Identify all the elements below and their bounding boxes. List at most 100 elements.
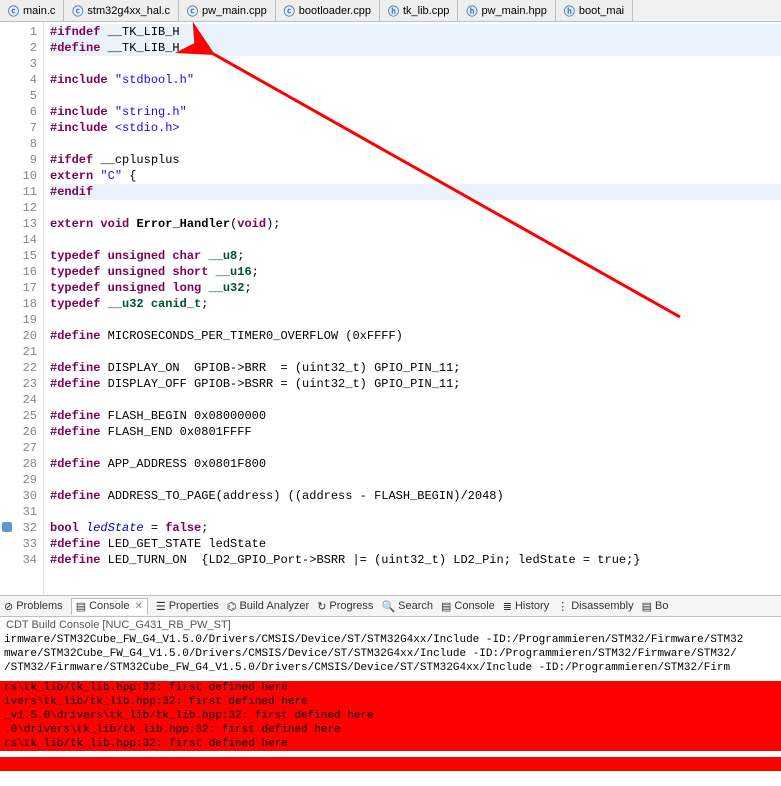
line-number: 5 [0,88,37,104]
panel-tab[interactable]: ↻Progress [317,600,373,613]
panel-tab[interactable]: ⊘Problems [4,600,63,613]
panel-tab-label: Disassembly [571,600,633,612]
panel-tab[interactable]: ☰Properties [156,600,219,613]
panel-tab[interactable]: ▤Console ✕ [71,598,148,615]
code-line[interactable] [50,472,781,488]
code-line[interactable]: extern void Error_Handler(void); [50,216,781,232]
code-line[interactable]: extern "C" { [50,168,781,184]
code-line[interactable] [50,312,781,328]
console-output[interactable]: irmware/STM32Cube_FW_G4_V1.5.0/Drivers/C… [0,633,781,783]
line-number: 2 [0,40,37,56]
file-h-icon: ⓗ [388,3,399,19]
console-error-line: rs\tk_lib/tk_lib.hpp:32: first defined h… [0,737,781,751]
panel-tab-label: Build Analyzer [239,600,309,612]
code-line[interactable]: #include <stdio.h> [50,120,781,136]
line-number: 24 [0,392,37,408]
file-c-icon: ⓒ [8,3,19,19]
panel-tab-label: Console [89,600,129,612]
code-line[interactable]: #include "stdbool.h" [50,72,781,88]
line-number: 6 [0,104,37,120]
line-number: 11 [0,184,37,200]
code-line[interactable]: #define ADDRESS_TO_PAGE(address) ((addre… [50,488,781,504]
code-line[interactable]: #define __TK_LIB_H [50,40,781,56]
line-number: 20 [0,328,37,344]
code-line[interactable]: #define DISPLAY_ON GPIOB->BRR = (uint32_… [50,360,781,376]
line-number: 15 [0,248,37,264]
editor-tab[interactable]: ⓒpw_main.cpp [179,0,276,21]
editor-tab[interactable]: ⓗboot_mai [556,0,633,21]
editor-tab[interactable]: ⓒbootloader.cpp [276,0,380,21]
code-line[interactable] [50,232,781,248]
code-line[interactable]: #define LED_GET_STATE ledState [50,536,781,552]
file-c-icon: ⓒ [284,3,295,19]
code-line[interactable]: #define APP_ADDRESS 0x0801F800 [50,456,781,472]
code-line[interactable] [50,504,781,520]
editor-tab[interactable]: ⓒmain.c [0,0,64,21]
line-number: 9 [0,152,37,168]
bottom-panel-tabs: ⊘Problems▤Console✕☰Properties⌬Build Anal… [0,595,781,617]
line-number: 12 [0,200,37,216]
code-line[interactable]: typedef __u32 canid_t; [50,296,781,312]
panel-tab[interactable]: ▤Bo [642,600,669,613]
editor-tab[interactable]: ⓗ tk_lib.cpp [380,0,458,21]
tab-label: boot_mai [579,5,624,17]
code-line[interactable]: typedef unsigned char __u8; [50,248,781,264]
code-line[interactable]: #define FLASH_END 0x0801FFFF [50,424,781,440]
code-line[interactable]: typedef unsigned long __u32; [50,280,781,296]
code-line[interactable]: #ifndef __TK_LIB_H [50,24,781,40]
code-line[interactable] [50,136,781,152]
panel-tab-icon: ⋮ [557,600,568,613]
file-h-icon: ⓗ [466,3,477,19]
panel-tab-icon: 🔍 [381,600,395,613]
code-line[interactable] [50,440,781,456]
panel-tab-label: Bo [655,600,668,612]
panel-tab-icon: ↻ [317,600,326,613]
line-number: 10 [0,168,37,184]
close-icon[interactable]: ✕ [134,601,142,612]
gutter-marker-icon [2,522,12,532]
line-number: 16 [0,264,37,280]
editor-tab[interactable]: ⓗ pw_main.hpp [458,0,555,21]
panel-tab[interactable]: ≣History [503,600,549,613]
code-editor: 1234567891011121314151617181920212223242… [0,22,781,595]
code-line[interactable] [50,200,781,216]
code-line[interactable] [50,344,781,360]
code-line[interactable]: #endif [50,184,781,200]
file-c-icon: ⓒ [187,3,198,19]
code-line[interactable]: bool ledState = false; [50,520,781,536]
line-number: 25 [0,408,37,424]
tab-label: tk_lib.cpp [403,5,449,17]
code-line[interactable]: #ifdef __cplusplus [50,152,781,168]
console-line: irmware/STM32Cube_FW_G4_V1.5.0/Drivers/C… [0,633,781,647]
line-number: 29 [0,472,37,488]
code-line[interactable] [50,56,781,72]
tab-label: pw_main.hpp [481,5,546,17]
console-error-line: rs\tk_lib/tk_lib.hpp:32: first defined h… [0,681,781,695]
code-line[interactable]: #define FLASH_BEGIN 0x08000000 [50,408,781,424]
code-line[interactable]: #define MICROSECONDS_PER_TIMER0_OVERFLOW… [50,328,781,344]
panel-tab-icon: ▤ [642,600,652,613]
code-line[interactable] [50,88,781,104]
line-number: 23 [0,376,37,392]
console-title: CDT Build Console [NUC_G431_RB_PW_ST] [0,617,781,633]
code-line[interactable]: #include "string.h" [50,104,781,120]
code-line[interactable]: #define DISPLAY_OFF GPIOB->BSRR = (uint3… [50,376,781,392]
code-area[interactable]: #ifndef __TK_LIB_H#define __TK_LIB_H #inc… [44,22,781,595]
editor-tab[interactable]: ⓒstm32g4xx_hal.c [64,0,179,21]
panel-tab[interactable]: ▤Console [441,600,495,613]
line-number: 3 [0,56,37,72]
code-line[interactable]: typedef unsigned short __u16; [50,264,781,280]
panel-tab-label: History [515,600,549,612]
panel-tab[interactable]: ⌬Build Analyzer [227,600,309,613]
console-error-line: .0\drivers\tk_lib/tk_lib.hpp:32: first d… [0,723,781,737]
line-number: 33 [0,536,37,552]
panel-tab-icon: ≣ [503,600,512,613]
code-line[interactable] [50,392,781,408]
panel-tab-icon: ▤ [76,600,86,613]
line-number: 21 [0,344,37,360]
panel-tab[interactable]: ⋮Disassembly [557,600,633,613]
tab-label: stm32g4xx_hal.c [87,5,170,17]
panel-tab[interactable]: 🔍Search [381,600,433,613]
code-line[interactable]: #define LED_TURN_ON {LD2_GPIO_Port->BSRR… [50,552,781,568]
editor-tab-bar: ⓒmain.cⓒstm32g4xx_hal.cⓒpw_main.cppⓒboot… [0,0,781,22]
